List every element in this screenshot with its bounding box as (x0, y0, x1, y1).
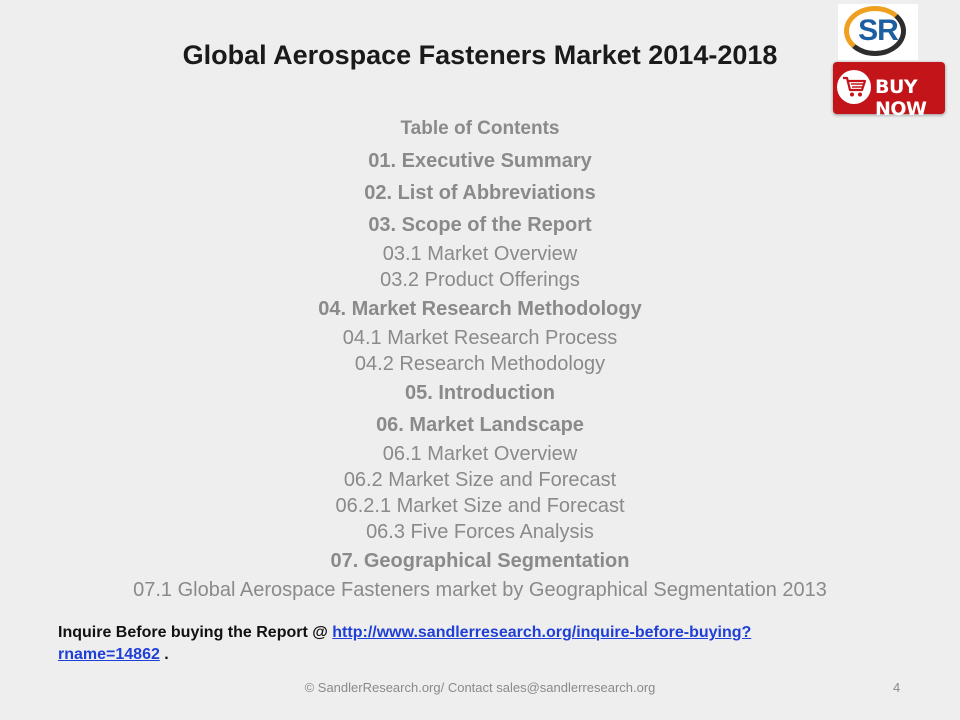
toc-subitem: 04.1 Market Research Process (342, 327, 618, 349)
logo-text: SR (858, 14, 899, 47)
shopping-cart-icon (837, 70, 871, 104)
inquire-text: Inquire Before buying the Report @ http:… (58, 622, 818, 666)
toc-subitem: 03.1 Market Overview (382, 243, 578, 265)
toc-subitem: 06.2.1 Market Size and Forecast (335, 495, 625, 517)
toc-heading: 01. Executive Summary (368, 150, 592, 172)
page-title: Global Aerospace Fasteners Market 2014-2… (182, 40, 778, 70)
slide: Global Aerospace Fasteners Market 2014-2… (0, 0, 960, 720)
inquire-prefix: Inquire Before buying the Report @ (58, 624, 333, 641)
page-number: 4 (893, 680, 901, 695)
toc-subitem: 06.2 Market Size and Forecast (343, 469, 617, 491)
footer-text: © SandlerResearch.org/ Contact sales@san… (304, 680, 656, 695)
toc-heading: 05. Introduction (405, 382, 555, 404)
inquire-suffix: . (159, 646, 169, 663)
toc-subitem: 06.1 Market Overview (382, 443, 578, 465)
toc-subitem: 03.2 Product Offerings (380, 269, 580, 291)
toc-heading: 07. Geographical Segmentation (330, 550, 630, 572)
toc-subitem: 07.1 Global Aerospace Fasteners market b… (133, 579, 827, 601)
toc-subitem: 04.2 Research Methodology (354, 353, 606, 375)
toc-subitem: 06.3 Five Forces Analysis (366, 521, 594, 543)
table-of-contents: Table of Contents 01. Executive Summary 02… (0, 113, 960, 603)
toc-heading: 06. Market Landscape (376, 414, 584, 436)
buy-now-button[interactable]: BUY NOW (833, 62, 945, 120)
toc-heading: 04. Market Research Methodology (318, 298, 642, 320)
toc-heading: 02. List of Abbreviations (364, 182, 596, 204)
sandler-research-logo: SR (838, 4, 918, 60)
toc-heading: 03. Scope of the Report (368, 214, 592, 236)
toc-title: Table of Contents (400, 118, 560, 139)
